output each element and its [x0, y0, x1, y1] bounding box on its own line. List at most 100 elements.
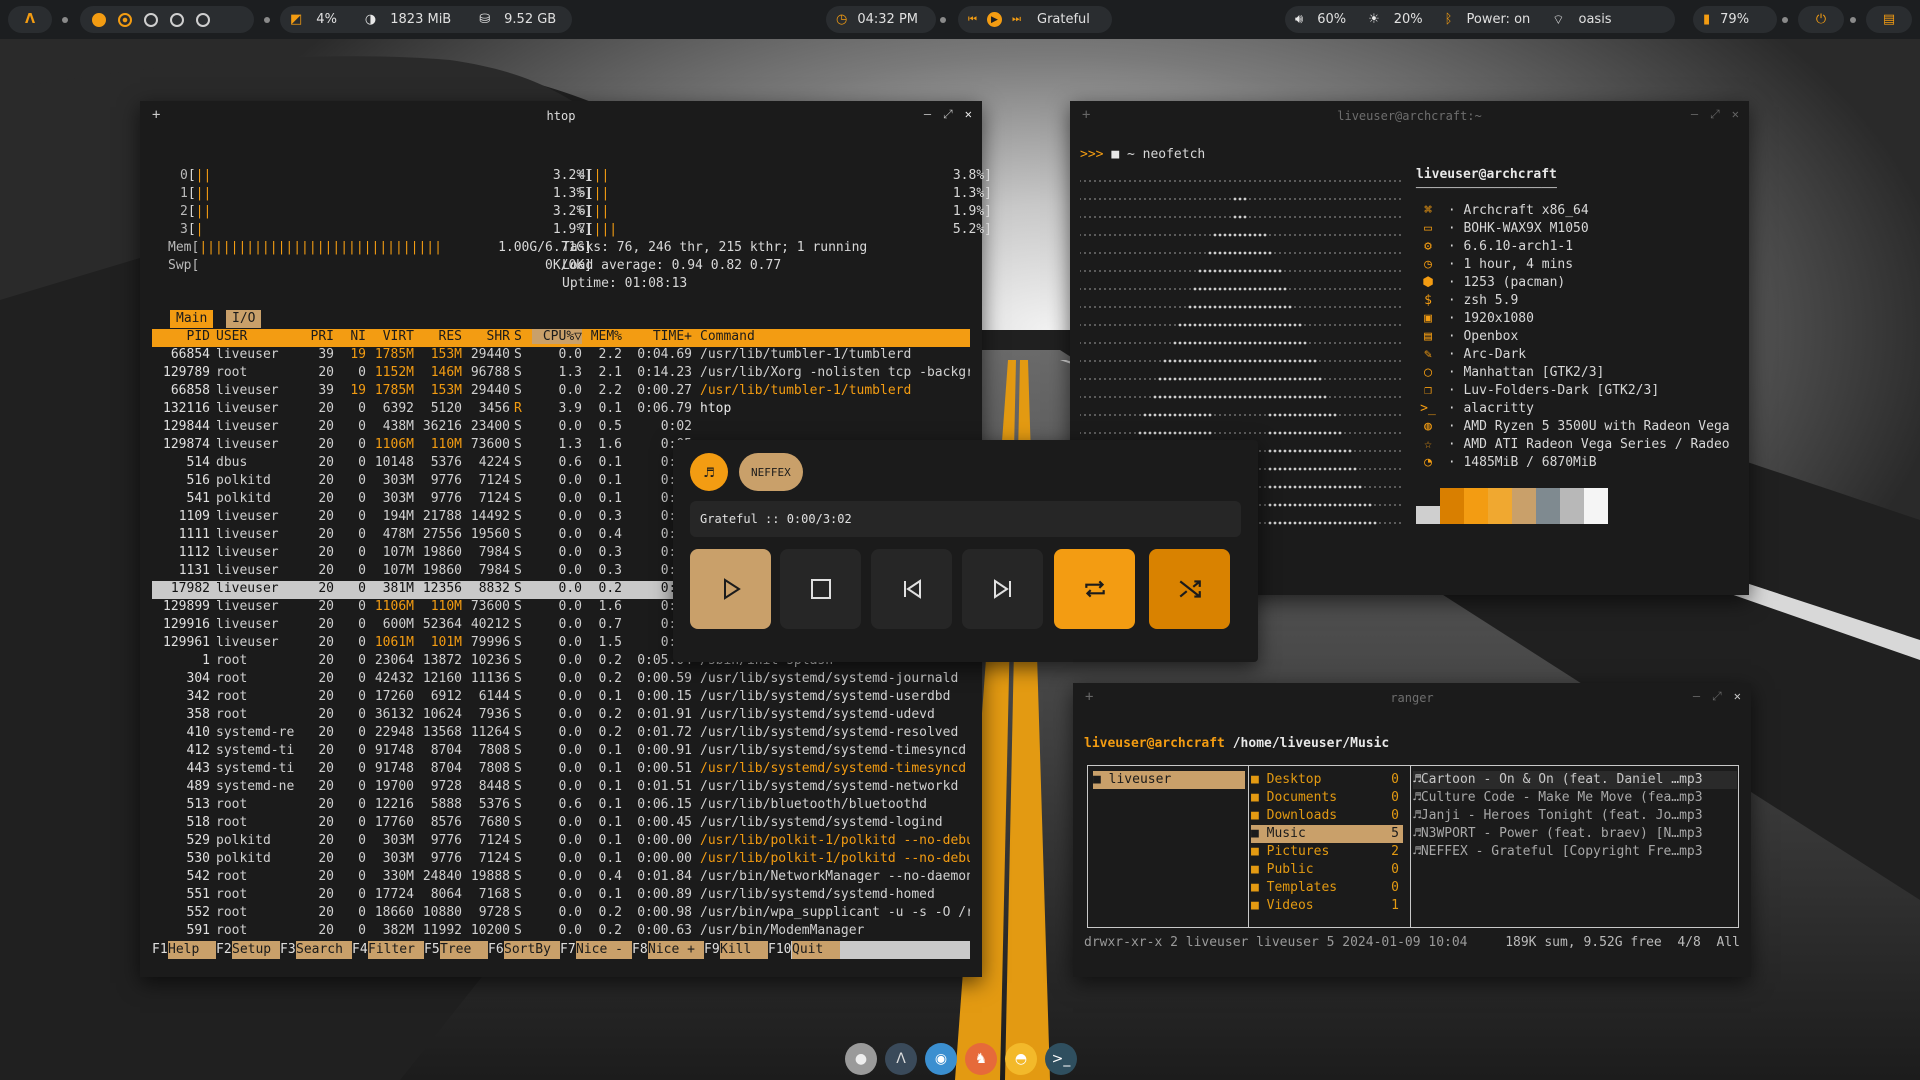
directory-entry[interactable]: ■ Pictures 2	[1251, 843, 1403, 861]
fkey-key[interactable]: F2	[216, 941, 232, 959]
browser-icon[interactable]: ◉	[925, 1043, 957, 1075]
table-row[interactable]: 1112liveuser200107M198607984S0.00.30:01	[152, 545, 692, 563]
plus-icon[interactable]: +	[152, 107, 160, 123]
table-row[interactable]: 412 systemd-ti 20 0 91748 8704 7808 S 0.0 0.1 0:00…	[152, 743, 970, 761]
fkey-key[interactable]: F8	[632, 941, 648, 959]
column-header[interactable]: PRI	[300, 329, 334, 344]
fkey-label[interactable]: Help	[168, 941, 216, 959]
table-row[interactable]: 129961liveuser2001061M101M79996S0.01.50:…	[152, 635, 692, 653]
close-icon[interactable]: ✕	[965, 107, 972, 122]
column-header[interactable]: VIRT	[368, 329, 414, 344]
table-row[interactable]: 591 root 20 0 382M 11992 10200 S 0.0 0.2 0:00.63/u…	[152, 923, 970, 941]
table-row[interactable]: 514dbus2001014853764224S0.60.10:57	[152, 455, 692, 473]
close-icon[interactable]: ✕	[1734, 689, 1741, 704]
table-row[interactable]: 17982liveuser200381M123568832S0.00.20:02	[152, 581, 692, 599]
power-button[interactable]: ⏻	[1798, 6, 1844, 33]
fkey-key[interactable]: F9	[704, 941, 720, 959]
directory-entry[interactable]: ■ Documents 0	[1251, 789, 1403, 807]
repeat-button[interactable]	[1054, 549, 1135, 629]
fkey-label[interactable]: Nice +	[648, 941, 704, 959]
stop-button[interactable]	[780, 549, 861, 629]
fkey-label[interactable]: Setup	[232, 941, 280, 959]
directory-entry[interactable]: ■ Templates 0	[1251, 879, 1403, 897]
table-header[interactable]: PID USER PRI NI VIRT RES SHR S CPU%▽ MEM% TIME+ Com…	[152, 329, 970, 347]
previous-icon[interactable]: ⏮	[968, 14, 977, 25]
table-row[interactable]: 1131liveuser200107M198607984S0.00.30:00	[152, 563, 692, 581]
table-row[interactable]: 518 root 20 0 17760 8576 7680 S 0.0 0.1 0:00.45/us…	[152, 815, 970, 833]
fkey-label[interactable]: Quit	[792, 941, 840, 959]
file-entry[interactable]: ♬N3WPORT - Power (feat. braev) [N…mp3	[1413, 825, 1737, 843]
table-row[interactable]: 132116 liveuser 20 0 6392 5120 3456 R 3.9 0.1 0:06…	[152, 401, 970, 419]
volume-icon[interactable]: 🔊︎	[1295, 12, 1303, 27]
tab-main[interactable]: Main	[170, 310, 214, 328]
fkey-label[interactable]: Filter	[368, 941, 424, 959]
table-row[interactable]: 489 systemd-ne 20 0 19700 9728 8448 S 0.0 0.1 0:01…	[152, 779, 970, 797]
table-row[interactable]: 129789 root 20 0 1152M 146M 96788 S 1.3 2.1 0:14.2…	[152, 365, 970, 383]
table-row[interactable]: 66858 liveuser 39 19 1785M 153M 29440 S 0.0 2.2 0:…	[152, 383, 970, 401]
table-row[interactable]: 551 root 20 0 17724 8064 7168 S 0.0 0.1 0:00.89/us…	[152, 887, 970, 905]
play-icon[interactable]: ▶	[987, 12, 1002, 27]
table-row[interactable]: 1111liveuser200478M2755619560S0.00.40:05	[152, 527, 692, 545]
brightness-icon[interactable]: ☀	[1368, 12, 1380, 27]
table-row[interactable]: 358 root 20 0 36132 10624 7936 S 0.0 0.2 0:01.91/u…	[152, 707, 970, 725]
settings-icon[interactable]: ●	[845, 1043, 877, 1075]
fkey-key[interactable]: F5	[424, 941, 440, 959]
maximize-icon[interactable]: ⤢	[1712, 689, 1722, 704]
minimize-icon[interactable]: –	[924, 107, 931, 122]
clipboard-button[interactable]: ▤	[1866, 6, 1912, 33]
table-row[interactable]: 516polkitd200303M97767124S0.00.10:11	[152, 473, 692, 491]
bluetooth-icon[interactable]: ᛒ	[1445, 12, 1453, 27]
shuffle-button[interactable]	[1149, 549, 1230, 629]
plus-icon[interactable]: +	[1082, 107, 1090, 123]
fkey-label[interactable]: SortBy	[504, 941, 560, 959]
column-header[interactable]: USER	[216, 329, 296, 344]
directory-entry[interactable]: ■ Videos 1	[1251, 897, 1403, 915]
next-button[interactable]	[962, 549, 1043, 629]
fkey-key[interactable]: F10	[768, 941, 792, 959]
clock[interactable]: ◷ 04:32 PM	[826, 6, 936, 33]
fkey-key[interactable]: F7	[560, 941, 576, 959]
table-row[interactable]: 513 root 20 0 12216 5888 5376 S 0.6 0.1 0:06.15/us…	[152, 797, 970, 815]
workspace-2[interactable]	[118, 12, 132, 27]
fkey-key[interactable]: F1	[152, 941, 168, 959]
fkey-key[interactable]: F6	[488, 941, 504, 959]
fkey-label[interactable]: Kill	[720, 941, 768, 959]
table-row[interactable]: 541polkitd200303M97767124S0.00.10:05	[152, 491, 692, 509]
next-icon[interactable]: ⏭	[1012, 14, 1021, 25]
launcher-button[interactable]: Λ	[8, 6, 52, 33]
htop-titlebar[interactable]: + htop – ⤢ ✕	[140, 101, 982, 131]
table-row[interactable]: 342 root 20 0 17260 6912 6144 S 0.0 0.1 0:00.15/us…	[152, 689, 970, 707]
column-header[interactable]: SHR	[462, 329, 510, 344]
table-row[interactable]: 129899liveuser2001106M110M73600S0.01.60:…	[152, 599, 692, 617]
column-header[interactable]: Command	[700, 329, 970, 344]
minimize-icon[interactable]: –	[1693, 689, 1700, 704]
table-row[interactable]: 66854 liveuser 39 19 1785M 153M 29440 S 0.0 2.2 0:…	[152, 347, 970, 365]
fkey-label[interactable]: Nice -	[576, 941, 632, 959]
terminal-icon[interactable]: >_	[1045, 1043, 1077, 1075]
parent-dir-entry[interactable]: ■ liveuser	[1093, 771, 1245, 789]
table-row[interactable]: 129916liveuser200600M5236440212S0.00.70:…	[152, 617, 692, 635]
column-header[interactable]: CPU%▽	[532, 329, 582, 344]
workspace-1[interactable]	[92, 12, 106, 27]
workspace-4[interactable]	[170, 12, 184, 27]
table-row[interactable]: 129874liveuser2001106M110M73600S1.31.60:…	[152, 437, 692, 455]
table-row[interactable]: 410 systemd-re 20 0 22948 13568 11264 S 0.0 0.2 0:…	[152, 725, 970, 743]
table-row[interactable]: 304 root 20 0 42432 12160 11136 S 0.0 0.2 0:00.59/…	[152, 671, 970, 689]
previous-button[interactable]	[871, 549, 952, 629]
close-icon[interactable]: ✕	[1732, 107, 1739, 122]
table-row[interactable]: 529 polkitd 20 0 303M 9776 7124 S 0.0 0.1 0:00.00/…	[152, 833, 970, 851]
table-row[interactable]: 542 root 20 0 330M 24840 19888 S 0.0 0.4 0:01.84/u…	[152, 869, 970, 887]
table-row[interactable]: 552 root 20 0 18660 10880 9728 S 0.0 0.2 0:00.98/u…	[152, 905, 970, 923]
workspace-5[interactable]	[196, 12, 210, 27]
file-entry[interactable]: ♬Cartoon - On & On (feat. Daniel …mp3	[1413, 771, 1737, 789]
plus-icon[interactable]: +	[1085, 689, 1093, 705]
workspace-3[interactable]	[144, 12, 158, 27]
directory-entry[interactable]: ■ Downloads 0	[1251, 807, 1403, 825]
maximize-icon[interactable]: ⤢	[1710, 107, 1720, 122]
table-row[interactable]: 1109liveuser200194M2178814492S0.00.30:05	[152, 509, 692, 527]
file-entry[interactable]: ♬NEFFEX - Grateful [Copyright Fre…mp3	[1413, 843, 1737, 861]
table-row[interactable]: 530 polkitd 20 0 303M 9776 7124 S 0.0 0.1 0:00.00/…	[152, 851, 970, 869]
table-row[interactable]: 443 systemd-ti 20 0 91748 8704 7808 S 0.0 0.1 0:00…	[152, 761, 970, 779]
fkey-key[interactable]: F4	[352, 941, 368, 959]
column-header[interactable]: RES	[414, 329, 462, 344]
